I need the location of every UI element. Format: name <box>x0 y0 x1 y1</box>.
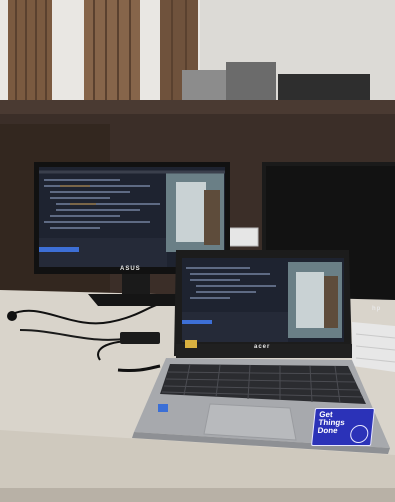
photo-scene: ASUS acer hp Get Things Done <box>0 0 395 502</box>
smiley-face-icon <box>349 425 370 443</box>
right-monitor-brand-logo: hp <box>372 306 382 312</box>
get-things-done-sticker: Get Things Done <box>311 408 375 446</box>
laptop-brand-logo: acer <box>254 344 271 350</box>
